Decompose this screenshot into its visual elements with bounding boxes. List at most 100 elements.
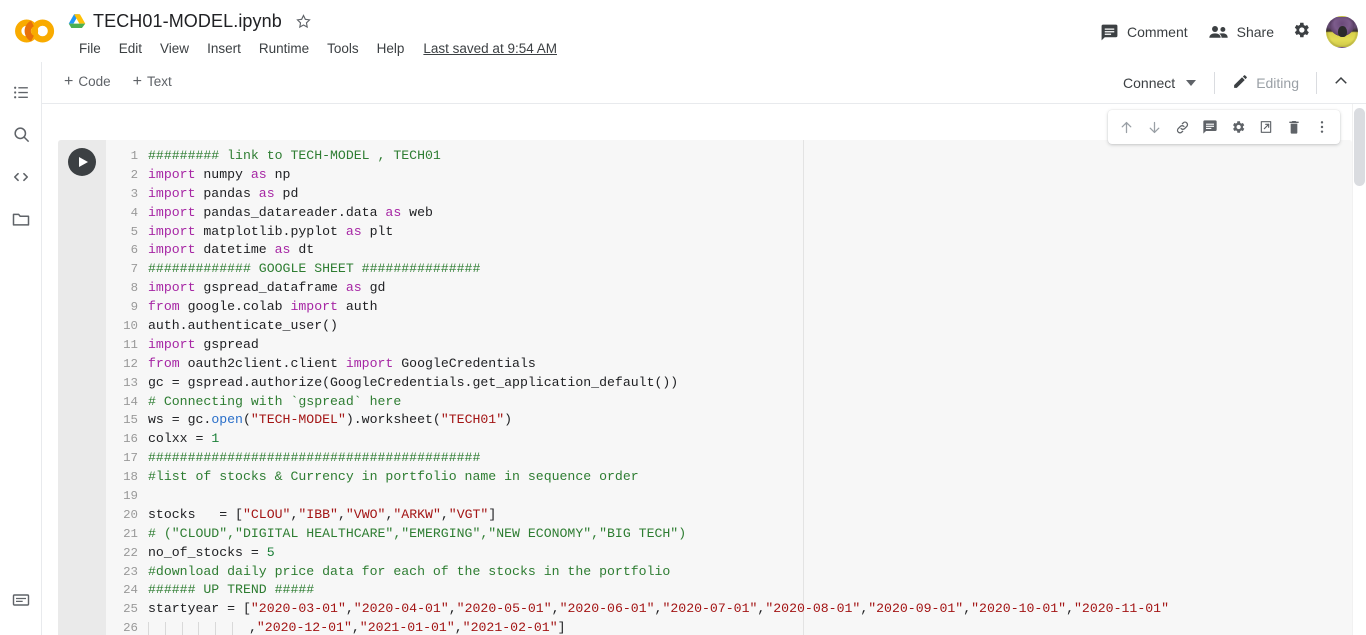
move-cell-up-icon[interactable] [1113,114,1139,140]
code-line[interactable]: 11 import gspread [106,336,1352,355]
connect-button[interactable]: Connect [1114,70,1205,96]
code-line[interactable]: 17 ######################################… [106,449,1352,468]
more-options-icon[interactable] [1309,114,1335,140]
code-token: import [345,355,394,371]
code-line[interactable]: 10 auth.authenticate_user() [106,317,1352,336]
code-line[interactable]: 24 ###### UP TREND ##### [106,581,1352,600]
sidebar-item-files[interactable] [0,200,42,242]
code-token: import [290,299,338,315]
star-icon[interactable] [282,13,312,30]
code-token: as [258,185,275,201]
code-cell[interactable]: 1 ######### link to TECH-MODEL , TECH01 2 i… [58,140,1352,635]
sidebar-item-code-snippets[interactable] [0,158,42,200]
code-line[interactable]: 12 from oauth2client.client import Google… [106,355,1352,374]
code-line[interactable]: 26 ,"2020-12-01","2021-01-01","2021-02-0… [106,619,1352,635]
code-line[interactable]: 15 ws = gc.open("TECH-MODEL").worksheet("… [106,411,1352,430]
avatar[interactable] [1326,16,1358,48]
code-line[interactable]: 2 import numpy as np [106,166,1352,185]
code-token: as [385,204,402,220]
code-line[interactable]: 8 import gspread_dataframe as gd [106,279,1352,298]
code-line[interactable]: 19 [106,487,1352,506]
code-line[interactable]: 4 import pandas_datareader.data as web [106,204,1352,223]
last-saved-status[interactable]: Last saved at 9:54 AM [423,40,557,58]
code-token: matplotlib.pyplot [195,223,346,239]
menu-edit[interactable]: Edit [110,39,151,59]
menu-help[interactable]: Help [368,39,414,59]
code-line[interactable]: 22 no_of_stocks = 5 [106,544,1352,563]
code-token: plt [361,223,394,239]
code-line[interactable]: 18 #list of stocks & Currency in portfoli… [106,468,1352,487]
code-token: "2020-09-01" [868,601,964,617]
move-cell-down-icon[interactable] [1141,114,1167,140]
menu-file[interactable]: File [70,39,110,59]
open-in-new-tab-icon[interactable] [1253,114,1279,140]
code-token: ########################################… [148,450,481,466]
code-token: import [148,280,196,296]
menu-tools[interactable]: Tools [318,39,368,59]
run-cell-button[interactable] [68,148,96,176]
notebook-scroll-area[interactable]: 1 ######### link to TECH-MODEL , TECH01 2 i… [42,104,1366,635]
line-number: 11 [123,337,138,352]
sidebar-item-table-of-contents[interactable] [0,74,42,116]
line-number: 25 [123,602,138,617]
code-brackets-icon [11,167,31,192]
code-line[interactable]: 14 # Connecting with `gspread` here [106,393,1352,412]
add-cell-buttons: + Code + Text [56,71,180,92]
code-token: colxx = [148,431,212,447]
code-line[interactable]: 23 #download daily price data for each of… [106,563,1352,582]
colab-logo[interactable] [14,12,56,50]
sidebar-item-terminal[interactable] [0,581,42,623]
code-line[interactable]: 9 from google.colab import auth [106,298,1352,317]
code-line[interactable]: 20 stocks = ["CLOU","IBB","VWO","ARKW","V… [106,506,1352,525]
menu-insert[interactable]: Insert [198,39,250,59]
cell-settings-icon[interactable] [1225,114,1251,140]
code-token: dt [290,242,315,258]
code-line[interactable]: 16 colxx = 1 [106,430,1352,449]
menu-view[interactable]: View [151,39,198,59]
comment-icon [1100,23,1119,42]
code-token: "2020-10-01" [971,601,1067,617]
indent-guide [232,622,249,635]
code-line[interactable]: 6 import datetime as dt [106,241,1352,260]
line-number: 26 [123,621,138,635]
settings-button[interactable] [1284,13,1318,52]
code-token: # Connecting with `gspread` here [148,393,402,409]
add-text-cell-button[interactable]: + Text [125,71,180,92]
code-line[interactable]: 3 import pandas as pd [106,185,1352,204]
chevron-down-icon [1186,80,1197,86]
code-line[interactable]: 7 ############# GOOGLE SHEET ############… [106,260,1352,279]
code-token: "2020-05-01" [456,601,552,617]
menu-runtime[interactable]: Runtime [250,39,318,59]
share-button[interactable]: Share [1198,17,1284,48]
sidebar-item-find-and-replace[interactable] [0,116,42,158]
code-token: import [148,336,196,352]
code-line[interactable]: 21 # ("CLOUD","DIGITAL HEALTHCARE","EMERG… [106,525,1352,544]
pencil-icon [1232,73,1249,93]
code-token: , [351,620,360,635]
editing-mode-button[interactable]: Editing [1224,68,1307,98]
code-token: import [148,223,196,239]
code-token: as [345,223,362,239]
page-title[interactable]: TECH01-MODEL.ipynb [93,11,282,32]
code-token: #download daily price data for each of t… [148,563,671,579]
vertical-scrollbar-thumb[interactable] [1354,108,1365,186]
code-token: as [250,166,267,182]
code-token: "2020-07-01" [662,601,758,617]
line-number: 4 [130,205,138,220]
code-line[interactable]: 25 startyear = ["2020-03-01","2020-04-01"… [106,600,1352,619]
comment-button[interactable]: Comment [1090,17,1198,48]
delete-cell-icon[interactable] [1281,114,1307,140]
code-line[interactable]: 13 gc = gspread.authorize(GoogleCredentia… [106,374,1352,393]
code-token: "VWO" [345,506,386,522]
vertical-scrollbar-track[interactable] [1352,104,1366,635]
collapse-toolbar-button[interactable] [1326,66,1356,101]
line-number: 15 [123,413,138,428]
code-token: "2020-06-01" [559,601,655,617]
code-token: ).worksheet( [345,412,441,428]
code-line[interactable]: 5 import matplotlib.pyplot as plt [106,223,1352,242]
code-line[interactable]: 1 ######### link to TECH-MODEL , TECH01 [106,147,1352,166]
add-comment-icon[interactable] [1197,114,1223,140]
code-editor[interactable]: 1 ######### link to TECH-MODEL , TECH01 2 i… [106,140,1352,635]
link-to-cell-icon[interactable] [1169,114,1195,140]
add-code-cell-button[interactable]: + Code [56,71,119,92]
